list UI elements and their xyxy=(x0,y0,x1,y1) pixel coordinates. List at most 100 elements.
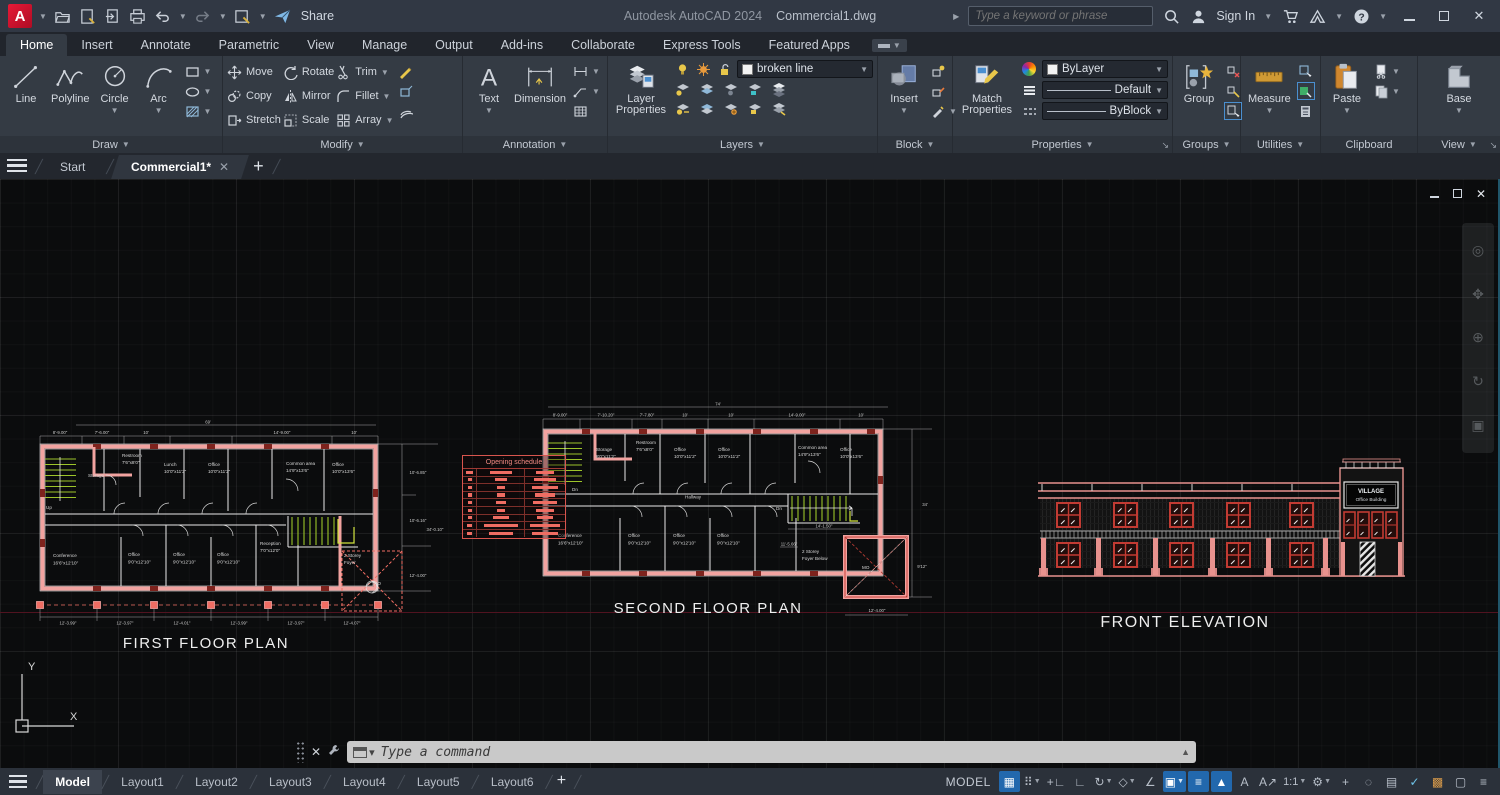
file-tabs-menu-icon[interactable] xyxy=(0,159,34,180)
panel-title-groups[interactable]: Groups▼ xyxy=(1173,136,1240,153)
selection-cycling-toggle[interactable]: ▲ xyxy=(1211,771,1232,792)
layer-state-icon[interactable] xyxy=(722,100,738,116)
ribbon-collapse-button[interactable]: ▼ xyxy=(872,39,907,52)
tab-layout6[interactable]: Layout6 xyxy=(479,770,546,794)
scale-button[interactable]: Scale xyxy=(283,108,334,132)
ellipse-icon[interactable] xyxy=(185,83,201,99)
ungroup-icon[interactable] xyxy=(1225,63,1241,79)
tab-annotate[interactable]: Annotate xyxy=(127,34,205,56)
new-layout-button[interactable]: + xyxy=(557,772,566,790)
tab-featured-apps[interactable]: Featured Apps xyxy=(755,34,864,56)
polyline-button[interactable]: Polyline xyxy=(48,60,93,107)
base-button[interactable]: Base▼ xyxy=(1437,60,1481,117)
vp-close-button[interactable]: ✕ xyxy=(1476,187,1486,201)
polar-tracking-toggle[interactable]: ↻▼ xyxy=(1093,771,1115,792)
isolate-objects-toggle[interactable]: ◌ xyxy=(1358,771,1379,792)
color-select[interactable]: ByLayer▼ xyxy=(1042,60,1168,78)
ortho-toggle[interactable]: ∟ xyxy=(1070,771,1091,792)
tab-layout3[interactable]: Layout3 xyxy=(257,770,324,794)
plot-icon[interactable] xyxy=(129,7,147,25)
array-button[interactable]: Array▼ xyxy=(336,108,393,132)
panel-title-draw[interactable]: Draw▼ xyxy=(0,136,222,153)
group-selection-icon[interactable] xyxy=(1225,103,1241,119)
navigation-bar[interactable]: ◎ ✥ ⊕ ↻ ▣ xyxy=(1462,223,1494,453)
tab-parametric[interactable]: Parametric xyxy=(205,34,293,56)
autoscale-toggle[interactable]: A↗ xyxy=(1257,771,1279,792)
tab-layout1[interactable]: Layout1 xyxy=(109,770,176,794)
export-icon[interactable] xyxy=(104,7,122,25)
panel-title-block[interactable]: Block▼ xyxy=(878,136,952,153)
share-label[interactable]: Share xyxy=(301,9,334,23)
command-close-icon[interactable]: ✕ xyxy=(311,745,321,759)
trim-button[interactable]: Trim▼ xyxy=(336,60,393,84)
tab-collaborate[interactable]: Collaborate xyxy=(557,34,649,56)
customize-wrench-icon[interactable] xyxy=(327,743,341,762)
tab-layout4[interactable]: Layout4 xyxy=(331,770,398,794)
qat-customize-caret-icon[interactable]: ▼ xyxy=(259,12,267,21)
layer-unlock-icon[interactable] xyxy=(716,61,732,77)
text-button[interactable]: A Text▼ xyxy=(467,60,511,117)
layer-on-icon[interactable] xyxy=(674,61,690,77)
maximize-button[interactable] xyxy=(1431,9,1457,24)
autocad-logo-icon[interactable]: A xyxy=(8,4,32,28)
layer-off-icon[interactable] xyxy=(722,81,738,97)
search-input[interactable] xyxy=(968,6,1153,26)
tab-layout2[interactable]: Layout2 xyxy=(183,770,250,794)
offset-icon[interactable] xyxy=(397,103,413,119)
hatch-icon[interactable] xyxy=(185,103,201,119)
layer-select[interactable]: broken line▼ xyxy=(737,60,873,78)
app-menu-caret-icon[interactable]: ▼ xyxy=(39,12,47,21)
lineweight-icon[interactable] xyxy=(1021,82,1037,98)
group-button[interactable]: Group xyxy=(1177,60,1221,107)
move-button[interactable]: Move xyxy=(227,60,281,84)
block-attributes-icon[interactable] xyxy=(930,103,946,119)
close-tab-icon[interactable]: ✕ xyxy=(219,160,229,174)
leader-icon[interactable] xyxy=(573,83,589,99)
color-wheel-icon[interactable] xyxy=(1021,61,1037,77)
undo-icon[interactable] xyxy=(154,7,172,25)
annotation-visibility-toggle[interactable]: A xyxy=(1234,771,1255,792)
layer-merge-icon[interactable] xyxy=(770,100,786,116)
command-grip-handle[interactable] xyxy=(296,741,305,763)
linetype-icon[interactable] xyxy=(1021,103,1037,119)
panel-title-properties[interactable]: Properties▼↘ xyxy=(953,136,1172,153)
edit-block-icon[interactable] xyxy=(930,83,946,99)
mirror-button[interactable]: Mirror xyxy=(283,84,334,108)
tab-view[interactable]: View xyxy=(293,34,348,56)
linetype-select[interactable]: ByBlock▼ xyxy=(1042,102,1168,120)
command-line[interactable]: ▾ ▲ xyxy=(347,741,1196,763)
graphics-performance-icon[interactable]: ▩ xyxy=(1427,771,1448,792)
copy-button[interactable]: Copy xyxy=(227,84,281,108)
snap-toggle[interactable]: ⠿▼ xyxy=(1022,771,1043,792)
share-plane-icon[interactable] xyxy=(274,7,292,25)
measure-button[interactable]: Measure▼ xyxy=(1245,60,1294,117)
tab-output[interactable]: Output xyxy=(421,34,487,56)
lineweight-select[interactable]: Default▼ xyxy=(1042,81,1168,99)
sign-in-label[interactable]: Sign In xyxy=(1216,9,1255,23)
plot-status-icon[interactable]: ▤ xyxy=(1381,771,1402,792)
user-icon[interactable] xyxy=(1189,7,1207,25)
isodraft-toggle[interactable]: ◇▼ xyxy=(1117,771,1138,792)
opening-schedule-table[interactable]: Opening schedule xyxy=(462,455,566,539)
redo-caret-icon[interactable]: ▼ xyxy=(219,12,227,21)
linear-dim-icon[interactable] xyxy=(573,63,589,79)
tab-model[interactable]: Model xyxy=(43,770,102,794)
panel-title-modify[interactable]: Modify▼ xyxy=(223,136,462,153)
redo-icon[interactable] xyxy=(194,7,212,25)
annotation-scale-select[interactable]: 1:1▼ xyxy=(1281,771,1308,792)
tab-home[interactable]: Home xyxy=(6,34,67,56)
layer-unlock2-icon[interactable] xyxy=(746,100,762,116)
minimize-button[interactable] xyxy=(1396,9,1422,24)
dimension-button[interactable]: Dimension xyxy=(511,60,569,107)
panel-title-view[interactable]: View▼↘ xyxy=(1418,136,1500,153)
layer-match-icon[interactable] xyxy=(770,81,786,97)
front-elevation[interactable]: VILLAGE Office Building FRONT ELEVATION xyxy=(1030,454,1430,639)
second-floor-plan[interactable]: 74' 8'-9.00" 7'-10.20" 7'-7.80" 10' 10' … xyxy=(540,401,940,626)
lineweight-toggle[interactable]: ≡ xyxy=(1188,771,1209,792)
command-options-icon[interactable]: ▾ xyxy=(353,746,375,759)
panel-title-layers[interactable]: Layers▼ xyxy=(608,136,877,153)
navwheel-icon[interactable]: ◎ xyxy=(1472,242,1484,259)
circle-button[interactable]: Circle▼ xyxy=(93,60,137,117)
pan-icon[interactable]: ✥ xyxy=(1472,286,1484,303)
save-icon[interactable] xyxy=(79,7,97,25)
